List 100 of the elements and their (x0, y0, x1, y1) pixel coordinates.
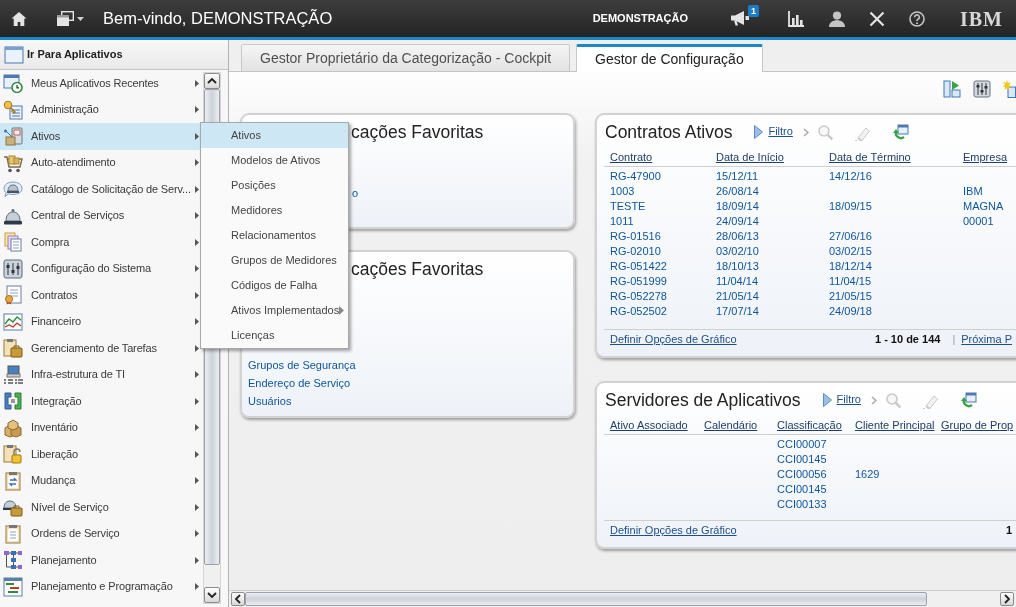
table-cell[interactable]: 18/10/13 (716, 260, 759, 272)
sidebar-item[interactable]: Financeiro (0, 308, 202, 335)
table-cell[interactable]: RG-052278 (610, 290, 667, 302)
table-cell[interactable]: 03/02/10 (716, 245, 759, 257)
refresh-window-icon[interactable] (960, 391, 977, 409)
menu-item[interactable]: Códigos de Falha (201, 273, 348, 298)
menu-item[interactable]: Ativos (201, 123, 348, 148)
table-cell[interactable]: 28/06/13 (716, 230, 759, 242)
table-cell[interactable]: 11/04/14 (716, 275, 758, 287)
sidebar-item[interactable]: Infra-estrutura de TI (0, 361, 202, 388)
sidebar-item[interactable]: Nível de Serviço (0, 494, 202, 521)
table-cell[interactable]: 26/08/14 (716, 185, 759, 197)
sidebar-item[interactable]: Ordens de Serviço (0, 520, 202, 547)
table-cell[interactable]: 24/09/14 (716, 215, 759, 227)
next-page-link[interactable]: Próxima P (961, 333, 1012, 347)
table-cell[interactable]: MAGNA (963, 200, 1004, 212)
scroll-left-button[interactable] (231, 592, 245, 606)
table-cell[interactable]: 21/05/15 (829, 290, 872, 302)
table-cell[interactable]: RG-051999 (610, 275, 667, 287)
triangle-icon[interactable] (754, 125, 764, 139)
favorite-link[interactable]: Grupos de Segurança (248, 356, 356, 374)
sidebar-item[interactable]: Meus Aplicativos Recentes (0, 70, 202, 97)
table-cell[interactable]: CCI00145 (777, 483, 827, 495)
table-cell[interactable]: RG-47900 (610, 170, 661, 182)
scroll-right-button[interactable] (1000, 592, 1014, 606)
sidebar-item[interactable]: Catálogo de Solicitação de Serv... (0, 176, 202, 203)
sliders-icon[interactable] (973, 80, 991, 98)
favorite-link[interactable]: o (352, 184, 359, 202)
sidebar-item[interactable]: Planejamento (0, 547, 202, 574)
triangle-icon[interactable] (822, 393, 832, 407)
menu-item[interactable]: Ativos Implementados (201, 298, 348, 323)
sidebar-item[interactable]: Inventário (0, 414, 202, 441)
scrollbar-thumb[interactable] (245, 592, 927, 606)
chart-options-link[interactable]: Definir Opções de Gráfico (610, 524, 737, 538)
sidebar-item[interactable]: Liberação (0, 441, 202, 468)
table-cell[interactable]: 1011 (610, 215, 634, 227)
column-header[interactable]: Calendário (704, 418, 758, 431)
sidebar-item[interactable]: Auto-atendimento (0, 149, 202, 176)
menu-item[interactable]: Posições (201, 173, 348, 198)
column-header[interactable]: Data de Início (716, 150, 784, 163)
close-icon[interactable] (869, 10, 885, 27)
sidebar-item[interactable]: Mudança (0, 467, 202, 494)
table-cell[interactable]: CCI00007 (777, 438, 827, 450)
sidebar-item[interactable]: Configuração do Sistema (0, 255, 202, 282)
panel-arrow-icon[interactable] (943, 80, 961, 98)
table-cell[interactable]: IBM (963, 185, 983, 197)
menu-item[interactable]: Grupos de Medidores (201, 248, 348, 273)
table-cell[interactable]: 27/06/16 (829, 230, 872, 242)
menu-item[interactable]: Medidores (201, 198, 348, 223)
menu-item[interactable]: Relacionamentos (201, 223, 348, 248)
column-header[interactable]: Contrato (610, 150, 653, 163)
scroll-up-button[interactable] (204, 73, 220, 89)
tab[interactable]: Gestor Proprietário da Categorização - Cockpit (241, 44, 571, 71)
sidebar-item[interactable]: Administração (0, 96, 202, 123)
table-cell[interactable]: 03/02/15 (829, 245, 872, 257)
filter-link[interactable]: Filtro (836, 393, 861, 407)
home-icon[interactable] (11, 10, 27, 27)
sidebar-item[interactable]: Central de Serviços (0, 202, 202, 229)
sidebar-item[interactable]: Integração (0, 388, 202, 415)
sidebar-item[interactable]: Ativos (0, 123, 202, 150)
chart-options-link[interactable]: Definir Opções de Gráfico (610, 333, 737, 347)
sidebar-item[interactable]: Planejamento e Programação (0, 573, 202, 600)
menu-item[interactable]: Modelos de Ativos (201, 148, 348, 173)
sparkle-panel-icon[interactable] (1003, 80, 1016, 98)
table-cell[interactable]: CCI00056 (777, 468, 827, 480)
megaphone-icon[interactable] (730, 9, 750, 27)
tab[interactable]: Gestor de Configuração (576, 44, 763, 72)
table-cell[interactable]: 14/12/16 (829, 170, 872, 182)
table-cell[interactable]: TESTE (610, 200, 646, 212)
bar-chart-icon[interactable] (788, 10, 804, 27)
table-cell[interactable]: 1629 (855, 468, 880, 480)
table-cell[interactable]: CCI00133 (777, 498, 827, 510)
column-header[interactable]: Cliente Principal (855, 418, 935, 431)
column-header[interactable]: Empresa (963, 150, 1008, 163)
windows-icon[interactable] (57, 11, 74, 26)
table-cell[interactable]: RG-052502 (610, 305, 667, 317)
refresh-window-icon[interactable] (891, 123, 909, 141)
table-cell[interactable]: 15/12/11 (716, 170, 758, 182)
favorite-link[interactable]: Endereço de Serviço (248, 374, 351, 392)
sidebar-item[interactable]: Gerenciamento de Tarefas (0, 335, 202, 362)
help-icon[interactable] (909, 10, 925, 27)
table-cell[interactable]: 1003 (610, 185, 635, 197)
table-cell[interactable]: 00001 (963, 215, 994, 227)
favorite-link[interactable]: Usuários (248, 392, 292, 410)
column-header[interactable]: Grupo de Prop (941, 418, 1014, 431)
table-cell[interactable]: 21/05/14 (716, 290, 759, 302)
table-cell[interactable]: 18/09/14 (716, 200, 759, 212)
table-cell[interactable]: 18/09/15 (829, 200, 872, 212)
table-cell[interactable]: RG-02010 (610, 245, 661, 257)
sidebar-item[interactable]: Contratos (0, 282, 202, 309)
table-cell[interactable]: 11/04/15 (829, 275, 871, 287)
column-header[interactable]: Ativo Associado (610, 418, 688, 431)
table-cell[interactable]: 18/12/14 (829, 260, 872, 272)
column-header[interactable]: Classificação (777, 418, 842, 431)
filter-link[interactable]: Filtro (768, 125, 793, 139)
table-cell[interactable]: 24/09/18 (829, 305, 872, 317)
table-cell[interactable]: RG-01516 (610, 230, 661, 242)
scroll-down-button[interactable] (204, 587, 220, 603)
column-header[interactable]: Data de Término (829, 150, 911, 163)
caret-down-icon[interactable] (77, 16, 84, 21)
